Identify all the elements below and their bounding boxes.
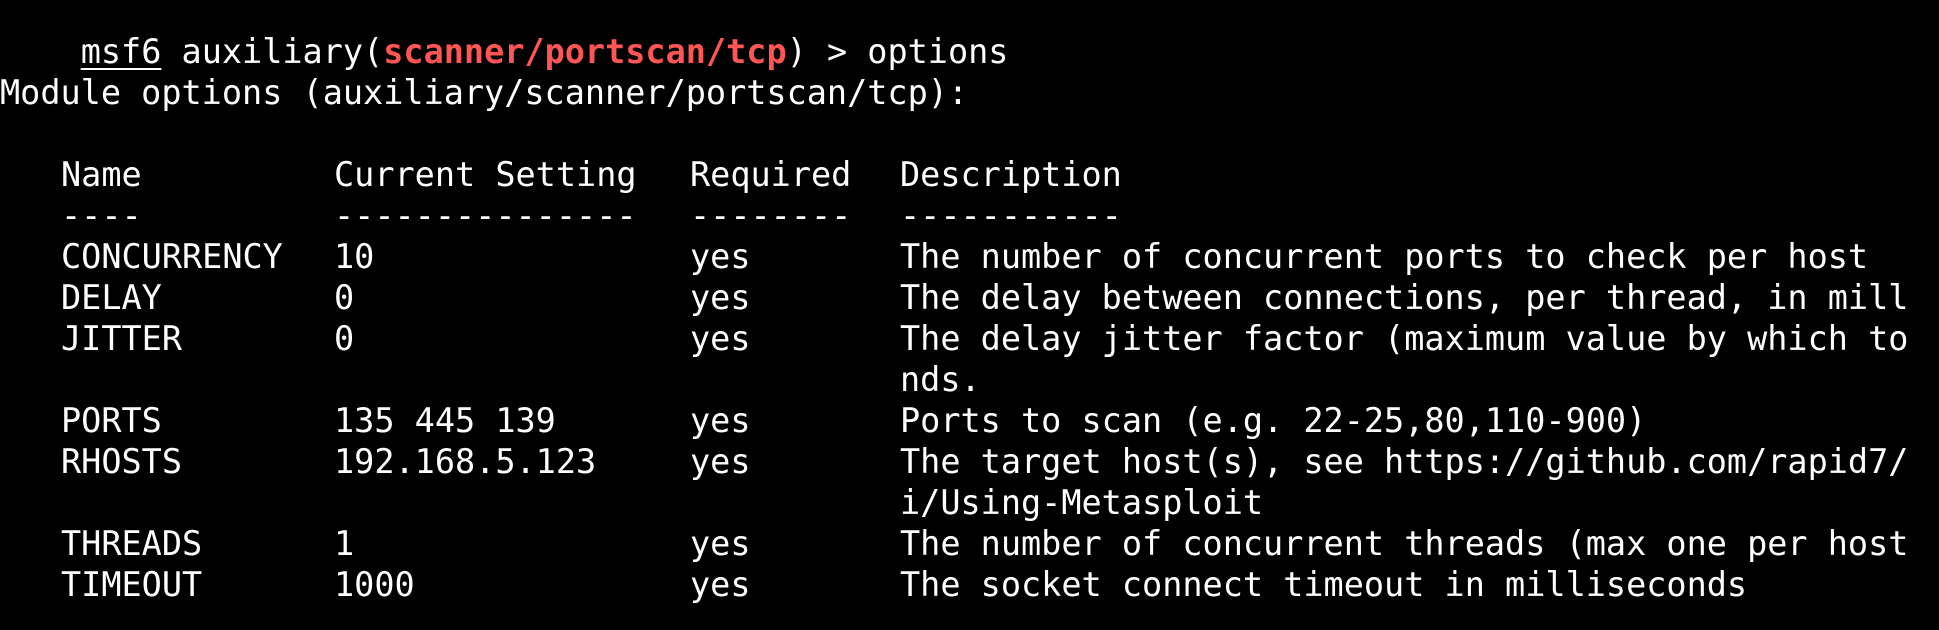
option-required: yes	[690, 442, 751, 481]
option-required: yes	[690, 401, 751, 440]
option-description-continuation: i/Using-Metasploit	[900, 483, 1264, 522]
header-current-setting: Current Setting	[334, 155, 637, 194]
terminal-window[interactable]: msf6 auxiliary(scanner/portscan/tcp) > o…	[0, 0, 1939, 630]
rule-name: ----	[61, 196, 142, 235]
option-name: RHOSTS	[61, 442, 183, 481]
option-name: TIMEOUT	[61, 565, 203, 604]
option-description: The target host(s), see https://github.c…	[900, 442, 1909, 481]
table-row: THREADS 1 yes The number of concurrent t…	[0, 523, 1939, 564]
prompt-line: msf6 auxiliary(scanner/portscan/tcp) > o…	[0, 0, 1009, 71]
option-setting: 135 445 139	[334, 401, 556, 440]
option-name: CONCURRENCY	[61, 237, 283, 276]
header-description: Description	[900, 155, 1122, 194]
option-required: yes	[690, 278, 751, 317]
header-required: Required	[690, 155, 852, 194]
option-setting: 10	[334, 237, 375, 276]
header-name: Name	[61, 155, 142, 194]
prompt-prefix: msf6	[80, 32, 162, 71]
rule-required: --------	[690, 196, 852, 235]
table-row: JITTER 0 yes The delay jitter factor (ma…	[0, 318, 1939, 359]
option-setting: 1	[334, 524, 355, 563]
table-rule-row: ---- --------------- -------- ----------…	[0, 195, 1939, 236]
rule-current-setting: ---------------	[334, 196, 637, 235]
table-row-continuation: nds.	[0, 359, 1939, 400]
option-required: yes	[690, 237, 751, 276]
table-row: TIMEOUT 1000 yes The socket connect time…	[0, 564, 1939, 605]
prompt-command: options	[867, 32, 1009, 71]
option-setting: 1000	[334, 565, 415, 604]
prompt-module-open: auxiliary(	[161, 32, 384, 71]
option-name: THREADS	[61, 524, 203, 563]
option-required: yes	[690, 524, 751, 563]
option-required: yes	[690, 565, 751, 604]
prompt-module-close: ) >	[786, 32, 868, 71]
table-row: RHOSTS 192.168.5.123 yes The target host…	[0, 441, 1939, 482]
option-name: DELAY	[61, 278, 162, 317]
table-header-row: Name Current Setting Required Descriptio…	[0, 154, 1939, 195]
option-description-continuation: nds.	[900, 360, 981, 399]
option-name: PORTS	[61, 401, 162, 440]
option-setting: 192.168.5.123	[334, 442, 597, 481]
option-setting: 0	[334, 319, 355, 358]
option-required: yes	[690, 319, 751, 358]
table-row: DELAY 0 yes The delay between connection…	[0, 277, 1939, 318]
option-description: The delay between connections, per threa…	[900, 278, 1909, 317]
option-name: JITTER	[61, 319, 183, 358]
option-setting: 0	[334, 278, 355, 317]
option-description: The number of concurrent threads (max on…	[900, 524, 1909, 563]
table-row: CONCURRENCY 10 yes The number of concurr…	[0, 236, 1939, 277]
table-row: PORTS 135 445 139 yes Ports to scan (e.g…	[0, 400, 1939, 441]
prompt-module-name: scanner/portscan/tcp	[383, 32, 787, 71]
section-title: Module options (auxiliary/scanner/portsc…	[0, 73, 969, 112]
rule-description: -----------	[900, 196, 1122, 235]
option-description: The delay jitter factor (maximum value b…	[900, 319, 1909, 358]
option-description: The number of concurrent ports to check …	[900, 237, 1869, 276]
option-description: The socket connect timeout in millisecon…	[900, 565, 1748, 604]
option-description: Ports to scan (e.g. 22-25,80,110-900)	[900, 401, 1647, 440]
table-row-continuation: i/Using-Metasploit	[0, 482, 1939, 523]
